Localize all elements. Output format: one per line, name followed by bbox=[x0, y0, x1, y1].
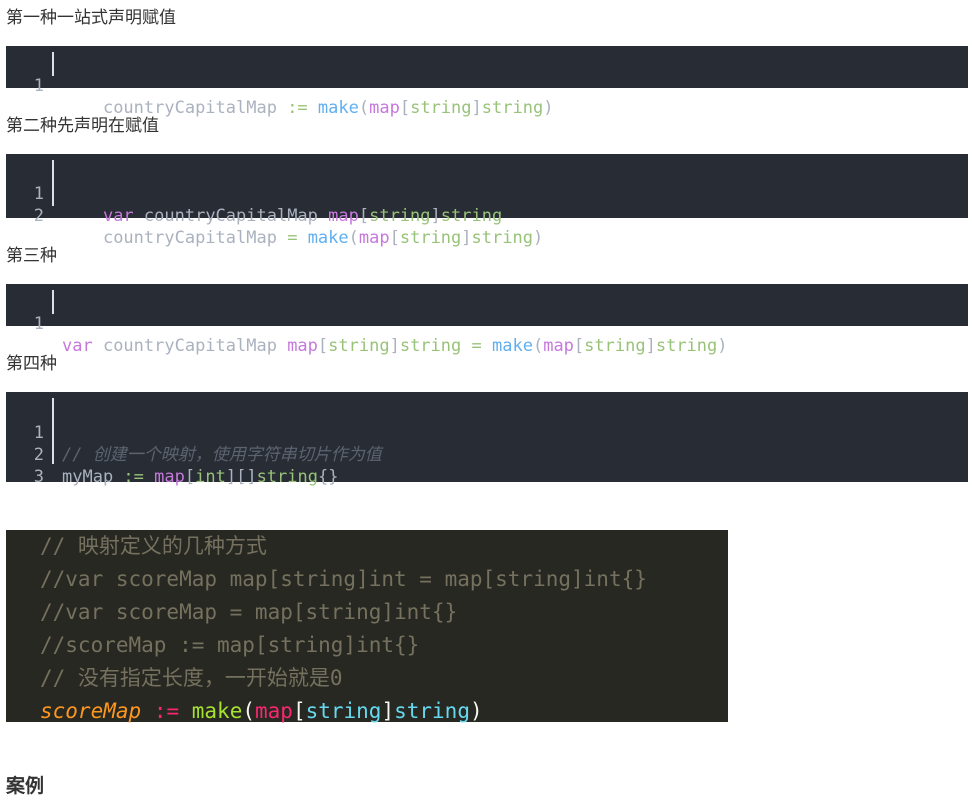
comment-line: //var scoreMap = map[string]int{} bbox=[40, 600, 458, 624]
code-line: 1 var countryCapitalMap map[string]strin… bbox=[6, 291, 968, 356]
section-label-4: 第四种 bbox=[6, 354, 57, 374]
code-screenshot: // 映射定义的几种方式 //var scoreMap map[string]i… bbox=[6, 530, 728, 723]
code-block-4: 1 // 创建一个映射，使用字符串切片作为值 2 myMap := map[in… bbox=[6, 392, 968, 487]
code-line: 1 countryCapitalMap := make(map[string]s… bbox=[6, 53, 968, 118]
section-heading: 案例 bbox=[6, 775, 45, 797]
code-line: 2 countryCapitalMap = make(map[string]st… bbox=[6, 183, 968, 248]
code-text: countryCapitalMap = make(map[string]stri… bbox=[102, 228, 544, 248]
line-number: 2 bbox=[33, 206, 44, 226]
code-text: myMap := map[int][]string{} bbox=[62, 467, 339, 487]
line-number: 1 bbox=[33, 76, 44, 96]
code-line: 3 bbox=[6, 444, 968, 487]
comment-line: //scoreMap := map[string]int{} bbox=[40, 633, 420, 657]
comment-line: //var scoreMap map[string]int = map[stri… bbox=[40, 567, 647, 591]
code-line: scoreMap := make(map[string]string) bbox=[40, 699, 483, 723]
section-label-1: 第一种一站式声明赋值 bbox=[6, 8, 176, 28]
code-text: var countryCapitalMap map[string]string bbox=[102, 206, 503, 226]
comment-line: // 没有指定长度，一开始就是0 bbox=[40, 666, 343, 690]
code-block-1: 1 countryCapitalMap := make(map[string]s… bbox=[6, 46, 968, 118]
code-block-3: 1 var countryCapitalMap map[string]strin… bbox=[6, 284, 968, 356]
comment-line: // 映射定义的几种方式 bbox=[40, 534, 267, 558]
code-block-2: 1 var countryCapitalMap map[string]strin… bbox=[6, 154, 968, 248]
line-number: 1 bbox=[33, 314, 44, 334]
section-label-3: 第三种 bbox=[6, 246, 57, 266]
code-line: 1 var countryCapitalMap map[string]strin… bbox=[6, 161, 968, 226]
code-text: var countryCapitalMap map[string]string … bbox=[62, 336, 728, 356]
code-line: 2 myMap := map[int][]string{} bbox=[6, 422, 968, 487]
section-label-2: 第二种先声明在赋值 bbox=[6, 116, 159, 136]
line-number: 3 bbox=[33, 467, 44, 487]
code-line: 1 // 创建一个映射，使用字符串切片作为值 bbox=[6, 400, 968, 465]
